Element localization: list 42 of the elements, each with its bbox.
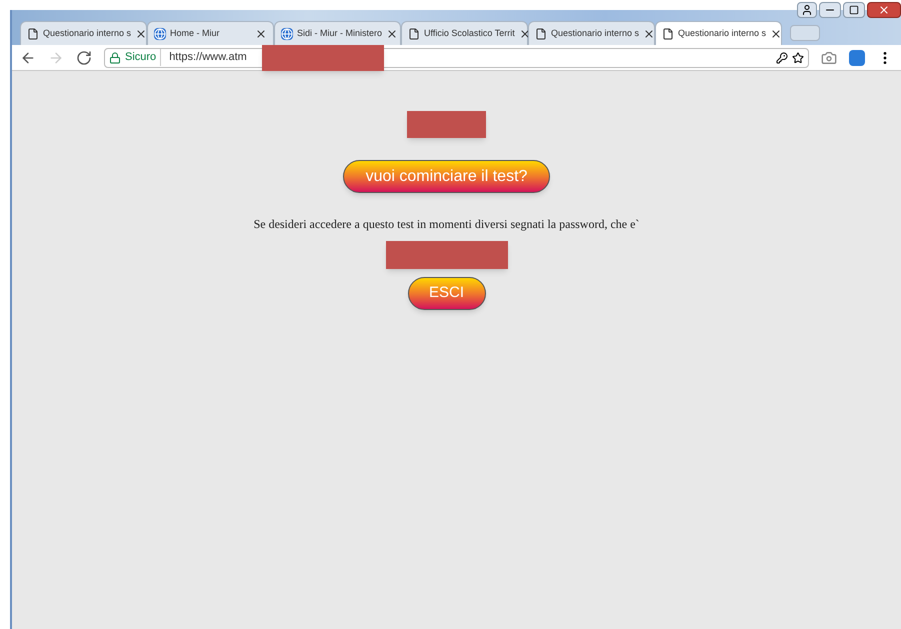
page-icon xyxy=(408,28,420,40)
key-icon xyxy=(776,52,788,64)
maximize-button[interactable] xyxy=(843,2,865,18)
tab-title: Ufficio Scolastico Territ xyxy=(424,26,515,40)
camera-icon[interactable] xyxy=(821,50,837,66)
tab-title: Questionario interno s xyxy=(678,26,766,40)
close-icon[interactable] xyxy=(386,28,398,40)
close-icon[interactable] xyxy=(518,28,531,40)
close-icon[interactable] xyxy=(255,28,267,40)
address-bar[interactable]: Sicuro https://www.atm xyxy=(104,48,809,68)
page-icon xyxy=(27,28,39,40)
tab-title: Home - Miur xyxy=(170,26,221,40)
close-button[interactable] xyxy=(867,2,901,18)
extension-icon[interactable] xyxy=(849,50,865,66)
close-icon[interactable] xyxy=(770,28,782,40)
tab-title: Questionario interno s xyxy=(551,26,640,40)
maximize-icon xyxy=(849,5,859,15)
browser-tab[interactable]: Questionario interno s xyxy=(655,21,782,45)
browser-tab[interactable]: Questionario interno s xyxy=(528,21,655,45)
globe-icon xyxy=(154,28,166,40)
browser-tab[interactable]: Ufficio Scolastico Territ xyxy=(401,21,528,45)
page-icon xyxy=(662,28,674,40)
tab-title: Sidi - Miur - Ministero xyxy=(297,26,382,40)
back-icon[interactable] xyxy=(20,50,36,66)
page-icon xyxy=(535,28,547,40)
lock-icon xyxy=(109,52,121,64)
reload-icon[interactable] xyxy=(76,50,92,66)
url-text: https://www.atm xyxy=(168,50,247,66)
user-button[interactable] xyxy=(797,2,817,18)
tab-title: Questionario interno s xyxy=(43,26,132,40)
user-icon xyxy=(801,4,813,16)
browser-tab[interactable]: Sidi - Miur - Ministero xyxy=(274,21,401,45)
message-text: Se desideri accedere a questo test in momenti diversi segnati la password, che e` xyxy=(254,216,640,233)
security-label: Sicuro xyxy=(125,49,162,66)
globe-icon xyxy=(281,28,293,40)
close-icon[interactable] xyxy=(643,28,656,40)
browser-tab[interactable]: Home - Miur xyxy=(147,21,274,45)
close-icon xyxy=(878,4,890,16)
minimize-button[interactable] xyxy=(819,2,841,18)
browser-tab[interactable]: Questionario interno s xyxy=(20,21,147,45)
close-icon[interactable] xyxy=(135,28,148,40)
star-icon[interactable] xyxy=(792,52,804,64)
